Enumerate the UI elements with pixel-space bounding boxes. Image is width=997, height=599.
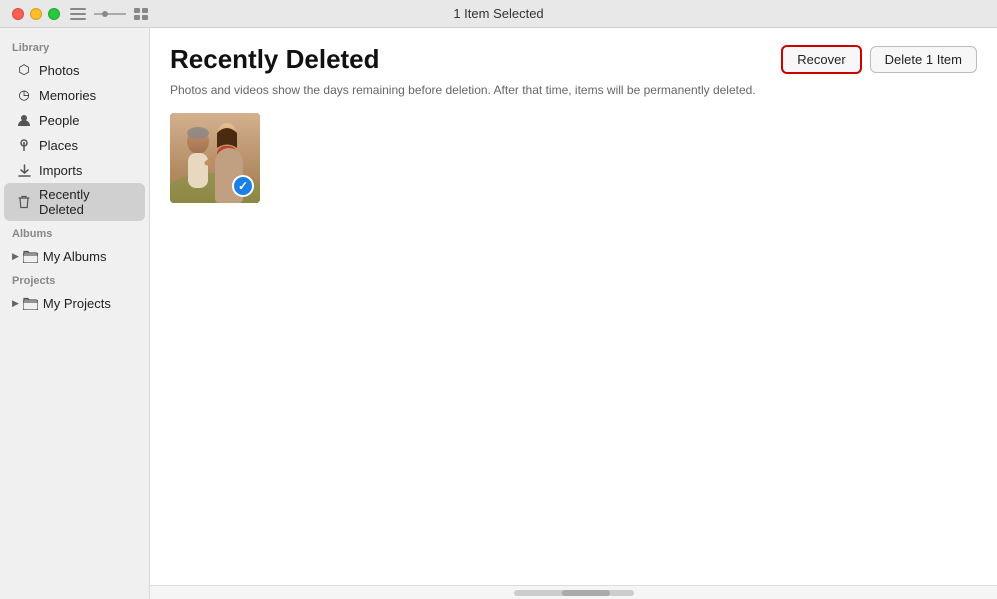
sidebar-item-people[interactable]: People <box>4 108 145 132</box>
maximize-button[interactable] <box>48 8 60 20</box>
sidebar-item-recently-deleted[interactable]: Recently Deleted <box>4 183 145 221</box>
sidebar-item-places[interactable]: Places <box>4 133 145 157</box>
header-action-buttons: Recover Delete 1 Item <box>781 45 977 74</box>
scrollbar-track[interactable] <box>514 590 634 596</box>
bottom-scrollbar[interactable] <box>150 585 997 599</box>
delete-button[interactable]: Delete 1 Item <box>870 46 977 73</box>
projects-section-label: Projects <box>0 269 149 290</box>
app-body: Library Photos Memories People <box>0 28 997 599</box>
sidebar-item-my-albums[interactable]: ▶ My Albums <box>4 244 145 268</box>
content-header: Recently Deleted Recover Delete 1 Item <box>150 28 997 83</box>
sidebar-item-memories-label: Memories <box>39 88 96 103</box>
sidebar-item-imports[interactable]: Imports <box>4 158 145 182</box>
checkmark-icon: ✓ <box>238 180 248 192</box>
photo-thumbnail[interactable]: ✓ <box>170 113 260 203</box>
close-button[interactable] <box>12 8 24 20</box>
projects-folder-icon <box>23 295 39 311</box>
albums-folder-icon <box>23 248 39 264</box>
chevron-down-icon: ▶ <box>12 251 19 262</box>
scrollbar-thumb[interactable] <box>562 590 610 596</box>
main-content: Recently Deleted Recover Delete 1 Item P… <box>150 28 997 599</box>
memories-icon <box>16 87 32 103</box>
sidebar-item-my-projects-label: My Projects <box>43 296 111 311</box>
titlebar-left-icons <box>70 8 148 20</box>
sidebar-toggle-icon[interactable] <box>70 8 86 20</box>
albums-section-label: Albums <box>0 222 149 243</box>
sidebar-item-people-label: People <box>39 113 79 128</box>
imports-icon <box>16 162 32 178</box>
minimize-button[interactable] <box>30 8 42 20</box>
page-title: Recently Deleted <box>170 44 380 75</box>
people-icon <box>16 112 32 128</box>
toolbar-slider-icon <box>92 8 128 20</box>
sidebar-item-places-label: Places <box>39 138 78 153</box>
selected-badge: ✓ <box>232 175 254 197</box>
recover-button[interactable]: Recover <box>781 45 861 74</box>
window-controls[interactable] <box>12 8 60 20</box>
sidebar-item-photos[interactable]: Photos <box>4 58 145 82</box>
chevron-right-icon: ▶ <box>12 298 19 309</box>
photo-grid: ✓ <box>150 109 997 585</box>
sidebar-item-my-projects[interactable]: ▶ My Projects <box>4 291 145 315</box>
sidebar-item-imports-label: Imports <box>39 163 82 178</box>
content-description: Photos and videos show the days remainin… <box>150 83 997 109</box>
places-icon <box>16 137 32 153</box>
sidebar-item-photos-label: Photos <box>39 63 79 78</box>
sidebar-item-my-albums-label: My Albums <box>43 249 107 264</box>
titlebar: 1 Item Selected <box>0 0 997 28</box>
library-section-label: Library <box>0 36 149 57</box>
sidebar: Library Photos Memories People <box>0 28 150 599</box>
view-toggle-icon[interactable] <box>134 8 148 20</box>
window-title: 1 Item Selected <box>453 6 543 21</box>
photos-icon <box>16 62 32 78</box>
sidebar-item-recently-deleted-label: Recently Deleted <box>39 187 133 217</box>
sidebar-item-memories[interactable]: Memories <box>4 83 145 107</box>
trash-icon <box>16 194 32 210</box>
